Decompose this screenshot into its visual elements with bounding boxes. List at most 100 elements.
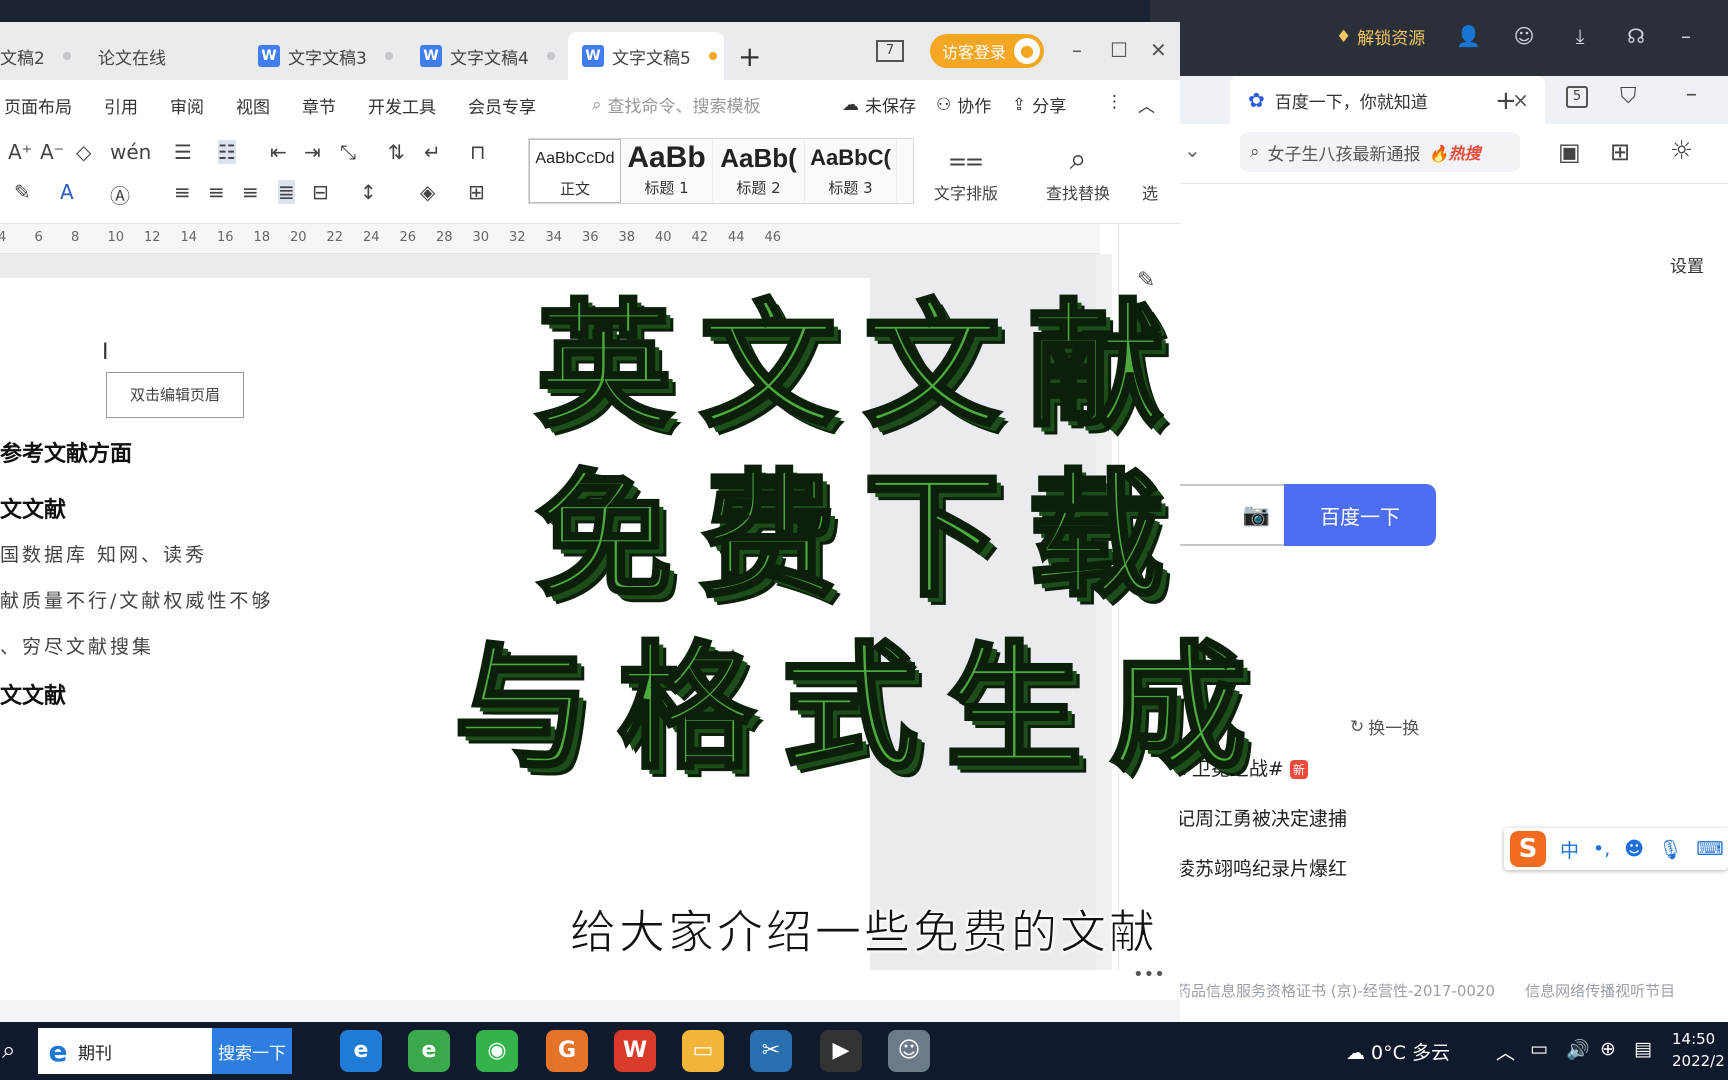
doc-tab[interactable]: W 文字文稿4 <box>406 32 566 80</box>
doc-tab[interactable]: W 文字文稿3 <box>244 32 404 80</box>
notification-icon[interactable]: ▤ <box>1634 1038 1652 1060</box>
horizontal-ruler[interactable]: 4 6 8 10 12 14 16 18 20 22 24 26 28 30 32 34 36 38 40 42 44 4… <box>0 224 1100 254</box>
cat-app-icon[interactable]: ☺ <box>888 1030 930 1072</box>
guest-login-button[interactable]: 访客登录 ● <box>930 34 1044 68</box>
grow-font-icon[interactable]: A⁺ <box>8 140 32 164</box>
menu-references[interactable]: 引用 <box>104 93 138 118</box>
wps-icon[interactable]: W <box>614 1030 656 1072</box>
grammarly-icon[interactable]: G <box>546 1030 588 1072</box>
doc-tab-active[interactable]: W 文字文稿5 <box>568 32 724 80</box>
select-button[interactable]: 选 <box>1142 180 1158 204</box>
menu-developer-tools[interactable]: 开发工具 <box>368 93 436 118</box>
unlock-resources-button[interactable]: ♦ 解锁资源 <box>1336 24 1425 50</box>
minimize-icon[interactable]: – <box>1072 38 1082 62</box>
new-tab-button[interactable]: + <box>1495 86 1517 116</box>
highlight-icon[interactable]: ✎ <box>14 180 31 204</box>
text-layout-button[interactable]: ⩵ 文字排版 <box>934 140 998 204</box>
shirt-icon[interactable]: ⛉ <box>1620 84 1637 109</box>
shrink-font-icon[interactable]: A⁻ <box>40 140 64 164</box>
maximize-icon[interactable]: ☐ <box>1110 38 1128 62</box>
search-icon: ⌕ <box>1250 142 1260 162</box>
microphone-icon[interactable]: 🎙 <box>1658 838 1682 861</box>
chevron-down-icon[interactable]: ⌄ <box>1184 138 1201 162</box>
menu-page-layout[interactable]: 页面布局 <box>4 93 72 118</box>
reader-icon[interactable]: ▣ <box>1558 138 1581 166</box>
menu-view[interactable]: 视图 <box>236 93 270 118</box>
font-color-icon[interactable]: A <box>60 180 74 204</box>
message-icon[interactable]: ☺ <box>1512 24 1536 48</box>
user-icon[interactable]: 👤 <box>1456 24 1481 48</box>
ime-mode-label[interactable]: 中 <box>1560 836 1579 863</box>
doc-tab[interactable]: 论文在线 <box>84 32 244 80</box>
punctuation-icon[interactable]: •, <box>1593 838 1610 860</box>
browser-360-icon[interactable]: e <box>408 1030 450 1072</box>
volume-icon[interactable]: 🔊 <box>1566 1038 1590 1061</box>
justify-icon[interactable]: ≣ <box>278 180 295 204</box>
download-icon[interactable]: ⤓ <box>1568 24 1592 48</box>
video-camera-icon[interactable]: ▶ <box>820 1030 862 1072</box>
file-explorer-icon[interactable]: ▭ <box>682 1030 724 1072</box>
grid-icon[interactable]: ⊞ <box>1610 138 1630 166</box>
align-left-icon[interactable]: ≡ <box>174 180 191 204</box>
headset-icon[interactable]: ☊ <box>1624 24 1648 48</box>
line-spacing-icon[interactable]: ↕ <box>360 180 377 204</box>
hot-item[interactable]: 凌苏翊鸣纪录片爆红 <box>1176 854 1347 881</box>
tab-count-badge[interactable]: 5 <box>1566 86 1588 108</box>
style-normal[interactable]: AaBbCcDd 正文 <box>529 139 621 203</box>
phonetic-icon[interactable]: wén <box>110 140 151 164</box>
weather-widget[interactable]: ☁ 0°C 多云 <box>1346 1038 1450 1065</box>
find-replace-button[interactable]: ⌕ 查找替换 <box>1046 140 1110 204</box>
tab-count-badge[interactable]: 7 <box>876 40 904 62</box>
increase-indent-icon[interactable]: ⇥ <box>304 140 321 164</box>
numbered-list-icon[interactable]: ☷ <box>218 140 236 164</box>
bullet-list-icon[interactable]: ☰ <box>174 140 192 164</box>
edge-icon[interactable]: e <box>340 1030 382 1072</box>
decrease-indent-icon[interactable]: ⇤ <box>270 140 287 164</box>
command-search-input[interactable]: ⌕ 查找命令、搜索模板 <box>592 92 761 118</box>
window-minimize-icon[interactable]: – <box>1686 82 1697 107</box>
table-ruler-icon[interactable]: ⊓ <box>470 140 486 164</box>
wechat-icon[interactable]: ◉ <box>476 1030 518 1072</box>
char-border-icon[interactable]: Ⓐ <box>110 180 130 209</box>
menu-member[interactable]: 会员专享 <box>468 93 536 118</box>
close-icon[interactable]: ✕ <box>1150 38 1167 62</box>
collaborate-button[interactable]: ⚇ 协作 <box>936 92 991 118</box>
align-center-icon[interactable]: ≡ <box>208 180 225 204</box>
show-marks-icon[interactable]: ↵ <box>424 140 441 164</box>
borders-icon[interactable]: ⊞ <box>468 180 485 204</box>
browser-search-box[interactable]: ⌕ 女子生八孩最新通报 🔥热搜 <box>1240 132 1520 172</box>
emoji-icon[interactable]: ☻ <box>1624 838 1644 860</box>
more-dots-icon[interactable]: ••• <box>1133 964 1165 985</box>
align-right-icon[interactable]: ≡ <box>242 180 259 204</box>
style-heading-1[interactable]: AaBb 标题 1 <box>621 139 713 203</box>
more-icon[interactable]: ⋮ <box>1106 92 1123 112</box>
taskbar-search-button[interactable]: 搜索一下 <box>212 1028 292 1074</box>
menu-chapter[interactable]: 章节 <box>302 93 336 118</box>
new-doc-tab-button[interactable]: + <box>738 40 761 73</box>
share-button[interactable]: ⇪ 分享 <box>1012 92 1066 118</box>
doc-tab[interactable]: 文稿2 <box>0 32 72 80</box>
system-clock[interactable]: 14:50 2022/2 <box>1672 1028 1725 1072</box>
network-icon[interactable]: ⊕ <box>1600 1038 1616 1060</box>
tray-expand-icon[interactable]: ︿ <box>1496 1038 1515 1065</box>
taskbar-search-box[interactable]: e 期刊 搜索一下 <box>38 1028 292 1074</box>
settings-link[interactable]: 设置 <box>1670 252 1704 277</box>
text-direction-icon[interactable]: ⤡ <box>340 140 356 164</box>
clear-format-icon[interactable]: ◇ <box>76 140 91 164</box>
brightness-icon[interactable]: ☼ <box>1670 136 1693 166</box>
sogou-ime-bar[interactable]: S 中 •, ☻ 🎙 ⌨ <box>1504 828 1728 870</box>
shading-icon[interactable]: ◈ <box>420 180 435 204</box>
screenshot-tool-icon[interactable]: ✂ <box>750 1030 792 1072</box>
collapse-ribbon-icon[interactable]: ︿ <box>1138 92 1155 117</box>
sort-icon[interactable]: ⇅ <box>388 140 405 164</box>
search-icon[interactable]: ⌕ <box>2 1036 15 1064</box>
style-heading-3[interactable]: AaBbC( 标题 3 <box>805 139 897 203</box>
distribute-icon[interactable]: ⊟ <box>312 180 329 204</box>
minimize-icon[interactable]: – <box>1674 24 1698 48</box>
style-heading-2[interactable]: AaBb( 标题 2 <box>713 139 805 203</box>
keyboard-icon[interactable]: ⌨ <box>1696 838 1723 860</box>
menu-review[interactable]: 审阅 <box>170 93 204 118</box>
hot-item[interactable]: 记周江勇被决定逮捕 <box>1176 804 1347 831</box>
unsaved-button[interactable]: ☁ 未保存 <box>842 92 916 118</box>
battery-icon[interactable]: ▭ <box>1530 1038 1548 1060</box>
